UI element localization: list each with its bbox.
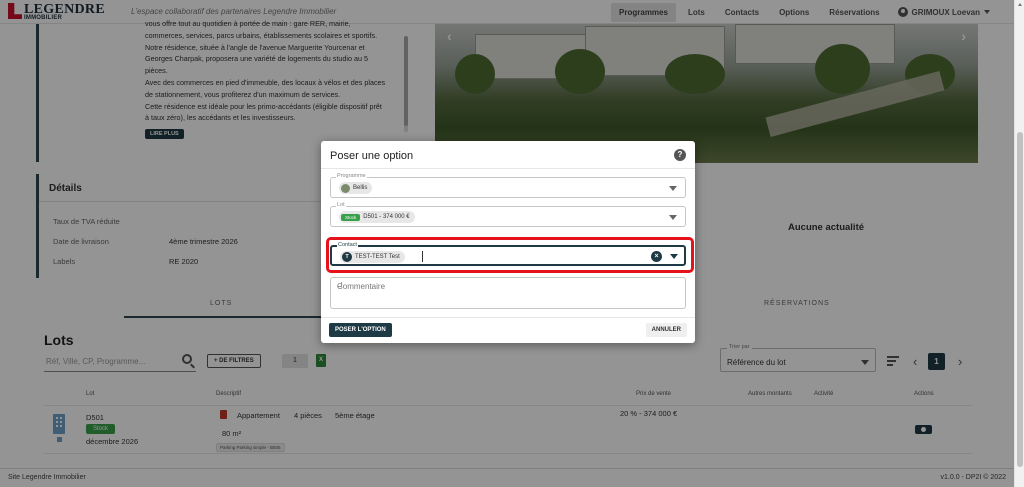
help-icon[interactable]: ? <box>674 149 686 161</box>
programme-thumbnail <box>341 183 350 193</box>
programme-select[interactable]: Programme Bellis <box>330 173 686 198</box>
programme-label: Programme <box>336 173 367 179</box>
programme-chip: Bellis <box>339 182 373 194</box>
programme-value: Bellis <box>353 185 368 191</box>
lot-stock-badge: Stock <box>341 213 361 221</box>
lot-select[interactable]: Lot Stock D501 - 374 000 € <box>330 202 686 227</box>
comment-field[interactable]: Commentaire <box>330 277 686 309</box>
chevron-down-icon[interactable] <box>669 215 677 220</box>
chevron-down-icon[interactable] <box>669 186 677 191</box>
lot-label: Lot <box>336 202 346 208</box>
lot-chip: Stock D501 - 374 000 € <box>339 211 415 223</box>
divider <box>321 317 695 318</box>
divider <box>321 168 695 169</box>
scrollbar-thumb[interactable] <box>1017 132 1023 467</box>
modal-title: Poser une option <box>330 150 414 162</box>
comment-placeholder: Commentaire <box>337 282 386 291</box>
cancel-button[interactable]: ANNULER <box>645 323 687 337</box>
submit-option-button[interactable]: POSER L'OPTION <box>329 323 392 337</box>
page-scrollbar[interactable] <box>1014 0 1024 487</box>
resize-handle-icon[interactable] <box>337 282 342 287</box>
contact-highlight-box <box>326 237 694 273</box>
lot-value: D501 - 374 000 € <box>363 214 410 220</box>
scroll-up-icon[interactable] <box>1018 3 1022 6</box>
